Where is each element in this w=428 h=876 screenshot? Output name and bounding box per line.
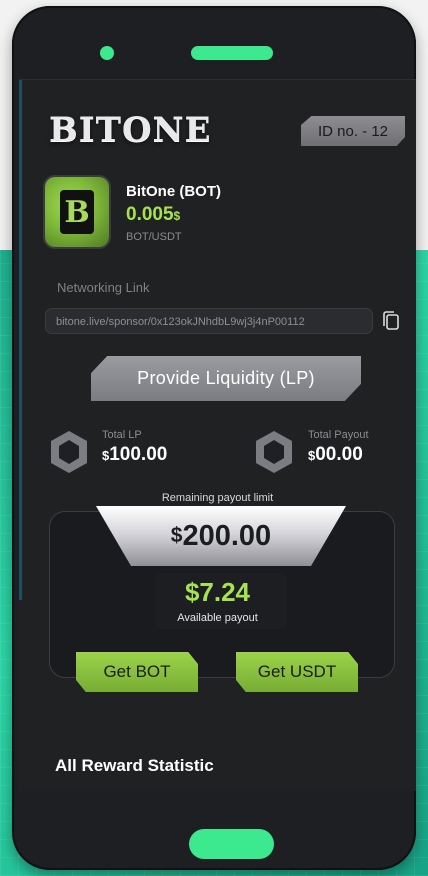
speaker-bar xyxy=(191,46,273,60)
token-name: BitOne (BOT) xyxy=(126,183,221,200)
total-lp-amount: 100.00 xyxy=(109,444,168,465)
networking-link-field[interactable]: bitone.live/sponsor/0x123okJNhdbL9wj3j4n… xyxy=(45,308,373,334)
camera-dot xyxy=(100,46,114,60)
token-price-value: 0.005 xyxy=(126,204,174,225)
app-screen: BITONE ID no. - 12 B BitOne (BOT) 0.005$… xyxy=(19,79,416,791)
total-payout-hex-icon xyxy=(256,431,292,473)
remaining-payout-limit: $200.00 xyxy=(96,506,346,566)
remaining-currency: $ xyxy=(170,524,183,547)
total-lp-hex-icon xyxy=(51,431,87,473)
total-payout-amount: 00.00 xyxy=(315,444,363,465)
total-lp-label: Total LP xyxy=(102,429,142,441)
copy-icon[interactable] xyxy=(381,310,401,332)
available-payout-value: $7.24 xyxy=(184,577,251,607)
home-button[interactable] xyxy=(189,829,274,859)
remaining-payout-label: Remaining payout limit xyxy=(161,492,274,504)
total-payout-value: $00.00 xyxy=(308,444,363,466)
token-price-unit: $ xyxy=(173,209,181,223)
remaining-amount: 200.00 xyxy=(182,519,272,552)
bitone-coin-icon: B xyxy=(60,190,94,234)
networking-link-label: Networking Link xyxy=(57,280,150,295)
token-pair: BOT/USDT xyxy=(126,231,182,243)
reward-statistic-title: All Reward Statistic xyxy=(55,756,214,775)
available-payout-label: Available payout xyxy=(177,612,258,624)
scrollbar[interactable] xyxy=(19,80,22,600)
id-badge: ID no. - 12 xyxy=(301,116,405,146)
token-logo-tile: B xyxy=(45,177,109,247)
token-price: 0.005$ xyxy=(126,204,180,226)
provide-liquidity-button[interactable]: Provide Liquidity (LP) xyxy=(91,356,361,401)
get-usdt-button[interactable]: Get USDT xyxy=(236,652,358,692)
total-lp-value: $100.00 xyxy=(102,444,167,466)
get-bot-button[interactable]: Get BOT xyxy=(76,652,198,692)
bitone-logo: BITONE xyxy=(49,110,212,150)
total-payout-label: Total Payout xyxy=(308,429,369,441)
